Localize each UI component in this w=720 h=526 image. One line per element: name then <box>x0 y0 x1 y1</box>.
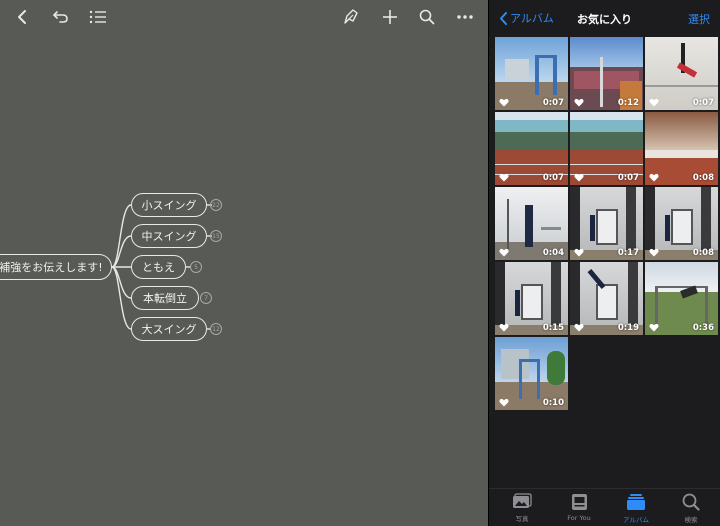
favorite-heart-icon <box>649 323 659 332</box>
favorite-heart-icon <box>499 398 509 407</box>
favorite-heart-icon <box>499 248 509 257</box>
favorite-heart-icon <box>649 98 659 107</box>
video-duration: 0:07 <box>617 173 639 183</box>
branch-node-handstand[interactable]: 本転倒立 <box>131 286 199 310</box>
video-thumbnail[interactable]: 0:07 <box>570 112 643 185</box>
branch-node-label: 中スイング <box>141 230 197 243</box>
photos-nav-bar: アルバム お気に入り 選択 <box>489 0 720 36</box>
photos-icon <box>513 493 532 508</box>
favorite-heart-icon <box>649 173 659 182</box>
branch-node-label: 小スイング <box>141 199 197 212</box>
tab-bar: 写真 For You アルバム 検索 <box>489 488 720 526</box>
tab-label: アルバム <box>623 516 649 524</box>
branch-node-giant-swing[interactable]: 大スイング <box>131 317 207 341</box>
video-thumbnail[interactable]: 0:15 <box>495 262 568 335</box>
node-count-badge: 7 <box>200 292 212 304</box>
favorite-heart-icon <box>574 173 584 182</box>
tab-search[interactable]: 検索 <box>666 493 716 524</box>
photos-pane: アルバム お気に入り 選択 0:07 0:12 0:07 0:07 0:07 0:08 0:… <box>489 0 720 526</box>
video-duration: 0:07 <box>542 98 564 108</box>
branch-node-small-swing[interactable]: 小スイング <box>131 193 207 217</box>
video-thumbnail[interactable]: 0:04 <box>495 187 568 260</box>
branch-node-tomoe[interactable]: ともえ <box>131 255 186 279</box>
select-button[interactable]: 選択 <box>688 11 710 27</box>
tab-label: For You <box>567 514 591 522</box>
mindmap-pane: 補強をお伝えします! 小スイング 22 中スイング 15 ともえ 5 本転倒立 … <box>0 0 488 526</box>
tab-albums[interactable]: アルバム <box>611 493 661 524</box>
video-duration: 0:36 <box>692 323 714 333</box>
tab-label: 写真 <box>515 515 529 523</box>
tab-label: 検索 <box>684 516 698 524</box>
node-count-badge: 5 <box>190 261 202 273</box>
favorite-heart-icon <box>499 173 509 182</box>
video-duration: 0:17 <box>617 248 639 258</box>
video-thumbnail[interactable]: 0:12 <box>570 37 643 110</box>
favorite-heart-icon <box>574 98 584 107</box>
branch-node-medium-swing[interactable]: 中スイング <box>131 224 207 248</box>
favorite-heart-icon <box>574 323 584 332</box>
page-title: お気に入り <box>577 13 632 26</box>
video-thumbnail[interactable]: 0:07 <box>495 37 568 110</box>
video-thumbnail[interactable]: 0:19 <box>570 262 643 335</box>
albums-icon <box>627 494 645 510</box>
video-thumbnail[interactable]: 0:08 <box>645 112 718 185</box>
favorite-heart-icon <box>649 248 659 257</box>
video-thumbnail[interactable]: 0:07 <box>645 37 718 110</box>
video-duration: 0:15 <box>542 323 564 333</box>
branch-node-label: 本転倒立 <box>143 292 187 305</box>
video-duration: 0:07 <box>542 173 564 183</box>
favorite-heart-icon <box>499 323 509 332</box>
branch-node-label: 大スイング <box>141 323 197 336</box>
video-thumbnail[interactable]: 0:10 <box>495 337 568 410</box>
search-icon <box>682 493 700 511</box>
node-count-badge: 22 <box>210 199 222 211</box>
video-duration: 0:07 <box>692 98 714 108</box>
mindmap-root-node[interactable]: 補強をお伝えします! <box>0 254 112 280</box>
root-node-label: 補強をお伝えします! <box>0 261 103 274</box>
favorite-heart-icon <box>499 98 509 107</box>
video-duration: 0:10 <box>542 398 564 408</box>
node-count-badge: 12 <box>210 323 222 335</box>
branch-node-label: ともえ <box>142 261 175 274</box>
video-thumbnail[interactable]: 0:08 <box>645 187 718 260</box>
tab-for-you[interactable]: For You <box>554 493 604 522</box>
node-count-badge: 15 <box>210 230 222 242</box>
video-duration: 0:04 <box>542 248 564 258</box>
video-duration: 0:08 <box>692 248 714 258</box>
tab-photos[interactable]: 写真 <box>497 493 547 523</box>
video-thumbnail[interactable]: 0:36 <box>645 262 718 335</box>
video-duration: 0:19 <box>617 323 639 333</box>
video-thumbnail[interactable]: 0:17 <box>570 187 643 260</box>
favorite-heart-icon <box>574 248 584 257</box>
video-thumbnail[interactable]: 0:07 <box>495 112 568 185</box>
for-you-icon <box>571 494 587 510</box>
video-duration: 0:12 <box>617 98 639 108</box>
video-duration: 0:08 <box>692 173 714 183</box>
